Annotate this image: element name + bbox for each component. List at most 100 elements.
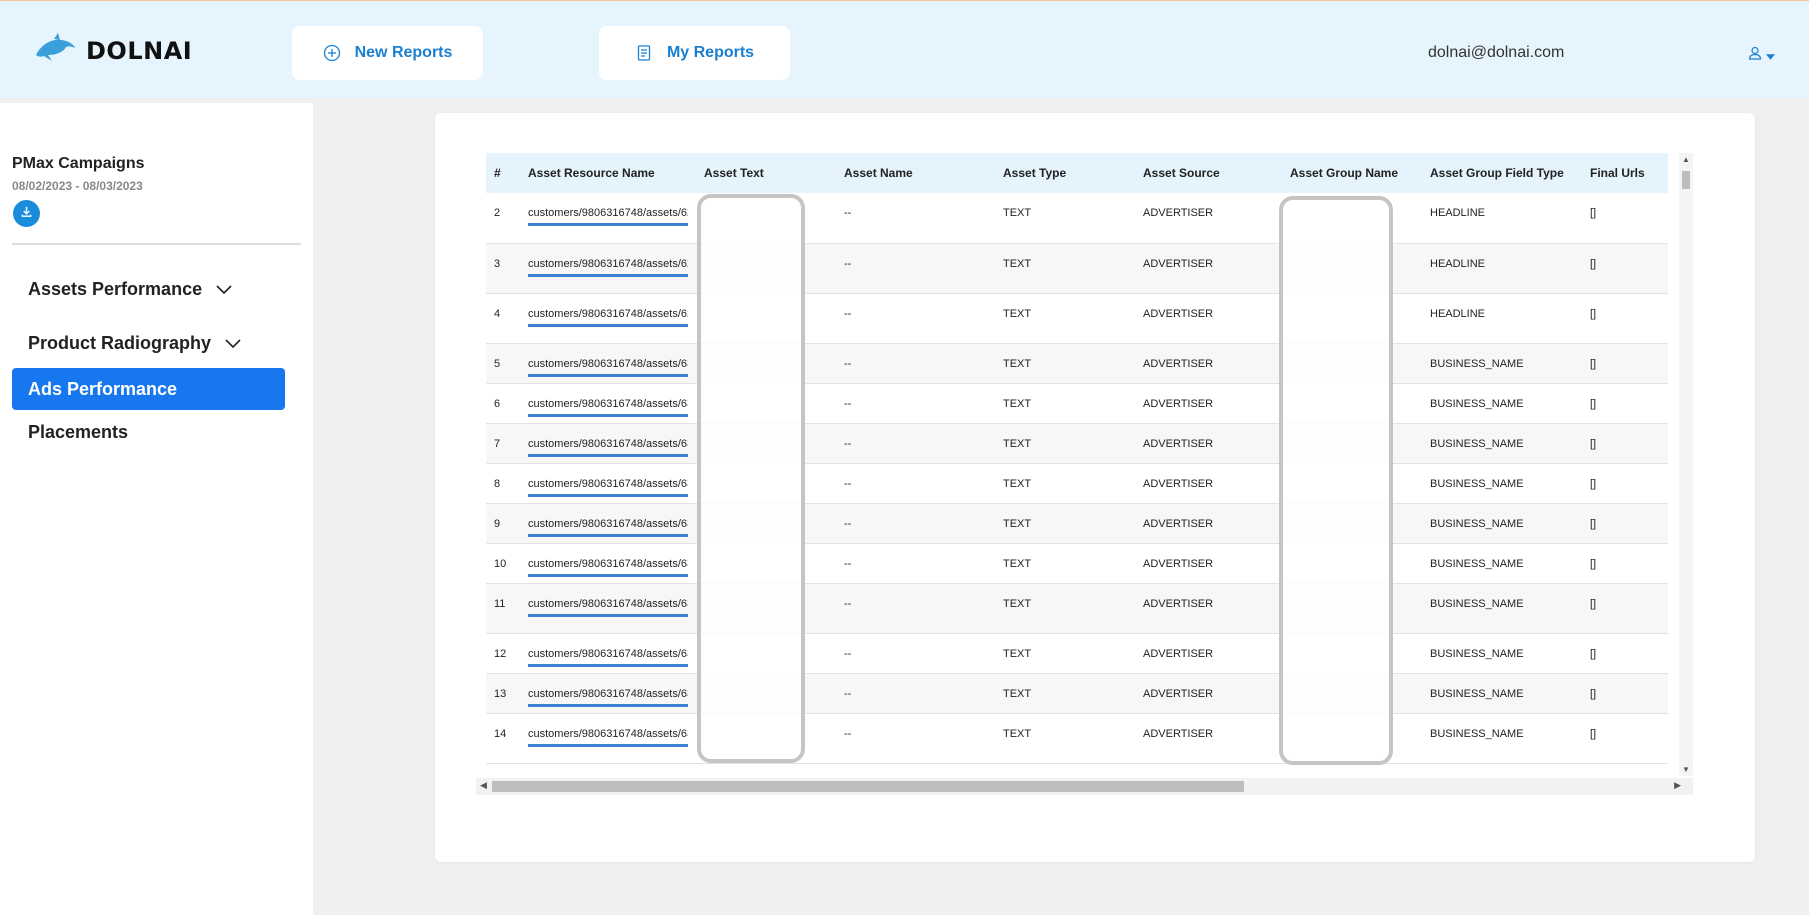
sidebar-item-placements[interactable]: Placements bbox=[12, 411, 285, 453]
asset-resource-name-link-value[interactable]: customers/9806316748/assets/63 bbox=[528, 648, 688, 667]
scroll-left-arrow-icon[interactable]: ◀ bbox=[480, 780, 487, 791]
asset-resource-name-link[interactable]: customers/9806316748/assets/63 bbox=[520, 673, 696, 713]
asset-resource-name-link-value[interactable]: customers/9806316748/assets/63 bbox=[528, 398, 688, 417]
ads-performance-table[interactable]: # Asset Resource Name Asset Text Asset N… bbox=[486, 153, 1682, 766]
asset-resource-name-link[interactable]: customers/9806316748/assets/63 bbox=[520, 423, 696, 463]
asset-resource-name-link[interactable]: customers/9806316748/assets/63 bbox=[520, 463, 696, 503]
table-row[interactable]: 14customers/9806316748/assets/63--TEXTAD… bbox=[486, 713, 1668, 763]
asset-type-cell-value: TEXT bbox=[1003, 558, 1031, 570]
asset-group-field-type-cell-value: BUSINESS_NAME bbox=[1430, 398, 1524, 410]
vertical-scroll-thumb[interactable] bbox=[1682, 171, 1690, 189]
asset-name-cell: -- bbox=[836, 633, 995, 673]
asset-source-cell-value: ADVERTISER bbox=[1143, 688, 1213, 700]
row-number-cell: 4 bbox=[486, 293, 520, 343]
table-row[interactable]: 5customers/9806316748/assets/63--TEXTADV… bbox=[486, 343, 1668, 383]
final-urls-cell-value: [] bbox=[1590, 478, 1596, 490]
asset-source-cell: ADVERTISER bbox=[1135, 673, 1282, 713]
asset-group-field-type-cell: BUSINESS_NAME bbox=[1422, 633, 1582, 673]
final-urls-cell-value: [] bbox=[1590, 358, 1596, 370]
table-row[interactable]: 9customers/9806316748/assets/63--TEXTADV… bbox=[486, 503, 1668, 543]
asset-resource-name-link-value[interactable]: customers/9806316748/assets/63 bbox=[528, 478, 688, 497]
table-row[interactable]: 4customers/9806316748/assets/62--TEXTADV… bbox=[486, 293, 1668, 343]
asset-type-cell: TEXT bbox=[995, 713, 1135, 763]
asset-resource-name-link-value[interactable]: customers/9806316748/assets/63 bbox=[528, 518, 688, 537]
download-icon bbox=[20, 205, 33, 223]
horizontal-scroll-thumb[interactable] bbox=[492, 781, 1244, 792]
asset-source-cell-value: ADVERTISER bbox=[1143, 598, 1213, 610]
column-header[interactable]: Asset Type bbox=[995, 153, 1135, 193]
row-number-cell: 7 bbox=[486, 423, 520, 463]
new-reports-button[interactable]: New Reports bbox=[292, 26, 483, 80]
asset-resource-name-link-value[interactable]: customers/9806316748/assets/63 bbox=[528, 438, 688, 457]
table-row[interactable]: 10customers/9806316748/assets/63--TEXTAD… bbox=[486, 543, 1668, 583]
final-urls-cell-value: [] bbox=[1590, 648, 1596, 660]
horizontal-scrollbar[interactable]: ◀ ▶ bbox=[476, 778, 1693, 795]
vertical-scrollbar[interactable]: ▲ ▼ bbox=[1679, 153, 1693, 776]
column-header[interactable]: Asset Source bbox=[1135, 153, 1282, 193]
asset-resource-name-link[interactable]: customers/9806316748/assets/63 bbox=[520, 583, 696, 633]
asset-type-cell-value: TEXT bbox=[1003, 207, 1031, 219]
asset-resource-name-link-value[interactable]: customers/9806316748/assets/62 bbox=[528, 308, 688, 327]
asset-resource-name-link-value[interactable]: customers/9806316748/assets/62 bbox=[528, 207, 688, 226]
asset-group-field-type-cell-value: BUSINESS_NAME bbox=[1430, 558, 1524, 570]
sidebar-item-assets-performance[interactable]: Assets Performance bbox=[12, 268, 285, 310]
row-number-cell-value: 5 bbox=[494, 358, 500, 370]
column-header[interactable]: Asset Text bbox=[696, 153, 836, 193]
asset-resource-name-link-value[interactable]: customers/9806316748/assets/63 bbox=[528, 598, 688, 617]
sidebar-item-ads-performance[interactable]: Ads Performance bbox=[12, 368, 285, 410]
column-header[interactable]: # bbox=[486, 153, 520, 193]
asset-resource-name-link-value[interactable]: customers/9806316748/assets/63 bbox=[528, 728, 688, 747]
asset-resource-name-link[interactable]: customers/9806316748/assets/62 bbox=[520, 193, 696, 243]
column-header[interactable]: Asset Resource Name bbox=[520, 153, 696, 193]
asset-resource-name-link-value[interactable]: customers/9806316748/assets/63 bbox=[528, 358, 688, 377]
table-row[interactable]: 8customers/9806316748/assets/63--TEXTADV… bbox=[486, 463, 1668, 503]
asset-name-cell-value: -- bbox=[844, 518, 851, 530]
asset-resource-name-link[interactable]: customers/9806316748/assets/63 bbox=[520, 713, 696, 763]
final-urls-cell-value: [] bbox=[1590, 438, 1596, 450]
asset-source-cell-value: ADVERTISER bbox=[1143, 558, 1213, 570]
asset-resource-name-link-value[interactable]: customers/9806316748/assets/63 bbox=[528, 558, 688, 577]
table-row[interactable]: 11customers/9806316748/assets/63--TEXTAD… bbox=[486, 583, 1668, 633]
asset-type-cell-value: TEXT bbox=[1003, 258, 1031, 270]
column-header[interactable]: Asset Group Name bbox=[1282, 153, 1422, 193]
download-button[interactable] bbox=[13, 200, 40, 227]
asset-name-cell: -- bbox=[836, 383, 995, 423]
asset-group-field-type-cell-value: BUSINESS_NAME bbox=[1430, 478, 1524, 490]
table-row[interactable]: 12customers/9806316748/assets/63--TEXTAD… bbox=[486, 633, 1668, 673]
sidebar-item-product-radiography[interactable]: Product Radiography bbox=[12, 322, 285, 364]
asset-resource-name-link[interactable]: customers/9806316748/assets/63 bbox=[520, 543, 696, 583]
asset-source-cell: ADVERTISER bbox=[1135, 383, 1282, 423]
table-row[interactable]: 3customers/9806316748/assets/62--TEXTADV… bbox=[486, 243, 1668, 293]
asset-name-cell-value: -- bbox=[844, 478, 851, 490]
table-row[interactable]: 13customers/9806316748/assets/63--TEXTAD… bbox=[486, 673, 1668, 713]
asset-resource-name-link-value[interactable]: customers/9806316748/assets/63 bbox=[528, 688, 688, 707]
asset-source-cell: ADVERTISER bbox=[1135, 583, 1282, 633]
row-number-cell-value: 12 bbox=[494, 648, 506, 660]
asset-resource-name-link[interactable]: customers/9806316748/assets/62 bbox=[520, 293, 696, 343]
table-row[interactable]: 2customers/9806316748/assets/62--TEXTADV… bbox=[486, 193, 1668, 243]
column-header[interactable]: Asset Name bbox=[836, 153, 995, 193]
final-urls-cell: [] bbox=[1582, 673, 1668, 713]
column-header[interactable]: Final Urls bbox=[1582, 153, 1668, 193]
asset-group-field-type-cell: BUSINESS_NAME bbox=[1422, 463, 1582, 503]
brand-logo[interactable]: DOLNAI bbox=[34, 33, 192, 68]
final-urls-cell-value: [] bbox=[1590, 207, 1596, 219]
scroll-up-arrow-icon[interactable]: ▲ bbox=[1682, 155, 1690, 164]
table-row[interactable]: 6customers/9806316748/assets/63--TEXTADV… bbox=[486, 383, 1668, 423]
user-menu-toggle[interactable] bbox=[1748, 46, 1775, 65]
asset-resource-name-link[interactable]: customers/9806316748/assets/62 bbox=[520, 243, 696, 293]
my-reports-button[interactable]: My Reports bbox=[599, 26, 790, 80]
asset-resource-name-link[interactable]: customers/9806316748/assets/63 bbox=[520, 383, 696, 423]
final-urls-cell-value: [] bbox=[1590, 308, 1596, 320]
scroll-right-arrow-icon[interactable]: ▶ bbox=[1674, 780, 1681, 791]
campaign-title: PMax Campaigns bbox=[12, 155, 144, 173]
asset-resource-name-link[interactable]: customers/9806316748/assets/63 bbox=[520, 503, 696, 543]
asset-resource-name-link[interactable]: customers/9806316748/assets/63 bbox=[520, 633, 696, 673]
asset-type-cell: TEXT bbox=[995, 673, 1135, 713]
column-header[interactable]: Asset Group Field Type bbox=[1422, 153, 1582, 193]
scroll-down-arrow-icon[interactable]: ▼ bbox=[1682, 765, 1690, 774]
asset-name-cell-value: -- bbox=[844, 308, 851, 320]
asset-resource-name-link[interactable]: customers/9806316748/assets/63 bbox=[520, 343, 696, 383]
table-row[interactable]: 7customers/9806316748/assets/63--TEXTADV… bbox=[486, 423, 1668, 463]
asset-resource-name-link-value[interactable]: customers/9806316748/assets/62 bbox=[528, 258, 688, 277]
